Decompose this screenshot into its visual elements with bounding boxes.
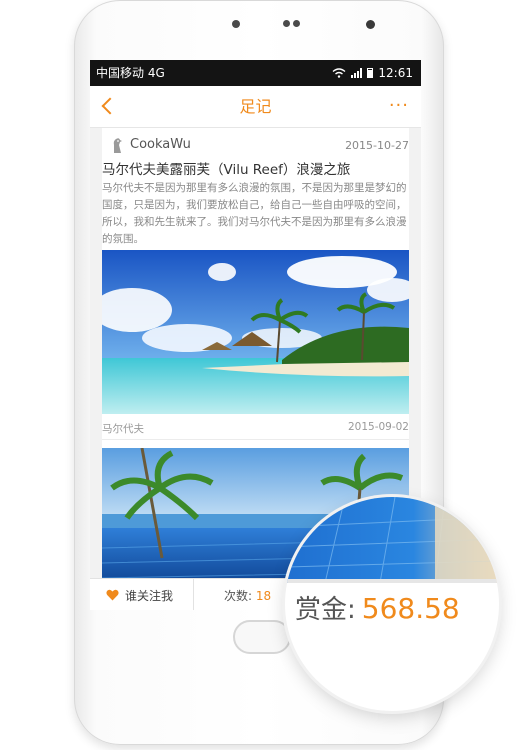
follow-label: 谁关注我 xyxy=(125,589,174,603)
beach-photo[interactable] xyxy=(102,250,409,414)
divider xyxy=(102,439,409,440)
post-body: 马尔代夫不是因为那里有多么浪漫的氛围，不是因为那里是梦幻的国度，只是因为，我们要… xyxy=(102,182,407,245)
post-title[interactable]: 马尔代夫美露丽芙（Vilu Reef）浪漫之旅 xyxy=(102,158,350,178)
post-date: 2015-10-27 xyxy=(345,139,409,152)
who-follows-me-button[interactable]: 谁关注我 xyxy=(90,579,194,610)
carrier-label: 中国移动 4G xyxy=(96,66,165,80)
wifi-icon xyxy=(332,68,346,78)
count-value: 18 xyxy=(255,589,272,603)
photo-date: 2015-09-02 xyxy=(347,421,409,433)
photo-caption: 马尔代夫 xyxy=(102,423,144,435)
page-title: 足记 xyxy=(239,97,272,116)
count-label: 次数: xyxy=(224,589,253,603)
reward-value: 568.58 xyxy=(361,592,460,625)
nav-bar: 足记 ··· xyxy=(90,86,421,128)
reward-amount: 赏金: 568.58 xyxy=(295,589,460,626)
status-bar: 中国移动 4G 12:61 xyxy=(90,60,421,86)
reward-label: 赏金: xyxy=(295,595,356,625)
heart-icon xyxy=(106,589,119,601)
author-name[interactable]: CookaWu xyxy=(130,137,191,152)
reward-magnifier: 赏金: 568.58 xyxy=(285,497,499,711)
magnified-pool-photo xyxy=(285,497,499,583)
more-icon[interactable]: ··· xyxy=(389,97,409,115)
signal-icon xyxy=(351,68,363,78)
status-time: 12:61 xyxy=(378,66,413,80)
home-button[interactable] xyxy=(233,620,291,654)
proximity-sensor xyxy=(366,20,375,29)
earpiece-dot xyxy=(293,20,300,27)
avatar[interactable] xyxy=(108,136,126,154)
front-camera xyxy=(232,20,240,28)
earpiece-dot xyxy=(283,20,290,27)
count-display: 次数: 18 xyxy=(224,587,271,604)
battery-icon xyxy=(367,68,374,78)
